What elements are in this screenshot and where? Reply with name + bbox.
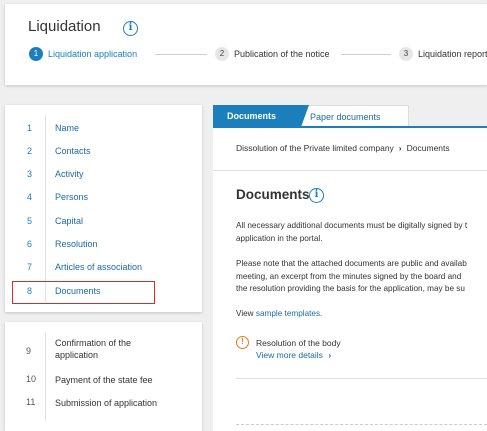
exclamation-circle-icon: ! — [236, 336, 249, 349]
sidebar-item-submission: 11 Submission of application — [5, 397, 202, 411]
sidebar-item-number: 5 — [27, 216, 33, 226]
paragraph-line: All necessary additional documents must … — [236, 221, 468, 230]
step-number: 1 — [29, 47, 43, 61]
step-liquidation-report[interactable]: 3 Liquidation report — [399, 47, 487, 61]
sidebar-item-capital[interactable]: 5 Capital — [5, 210, 202, 232]
step-number: 2 — [215, 47, 229, 61]
instructions-paragraph: All necessary additional documents must … — [236, 220, 467, 245]
section-heading: Documents — [236, 187, 310, 202]
breadcrumb-current: Documents — [406, 143, 450, 153]
breadcrumb-parent[interactable]: Dissolution of the Private limited compa… — [236, 143, 394, 153]
step-label: Liquidation application — [48, 49, 138, 59]
chevron-right-icon: › — [398, 143, 402, 153]
sidebar-item-number: 2 — [27, 146, 33, 156]
sidebar-item-number: 9 — [26, 346, 32, 356]
step-publication-of-notice[interactable]: 2 Publication of the notice — [215, 47, 330, 61]
sample-templates-link[interactable]: sample templates — [256, 309, 320, 318]
step-label: Liquidation report — [418, 49, 487, 59]
upload-area-border — [236, 424, 487, 425]
sidebar-item-number: 7 — [27, 262, 33, 272]
sidebar-item-number: 3 — [27, 169, 33, 179]
sidebar-item-persons[interactable]: 4 Persons — [5, 186, 202, 208]
sidebar-item-label-line: application — [55, 350, 99, 360]
paragraph-line: Please note that the attached documents … — [236, 259, 467, 268]
view-prefix: View — [236, 309, 256, 318]
step-connector — [155, 54, 207, 55]
sidebar-later-steps: 9 Confirmation of the application 10 Pay… — [5, 322, 202, 431]
sidebar-item-articles-of-association[interactable]: 7 Articles of association — [5, 256, 202, 278]
progress-stepper: 1 Liquidation application 2 Publication … — [29, 47, 487, 63]
step-number: 3 — [399, 47, 413, 61]
tab-label: Documents — [227, 111, 277, 121]
sidebar-item-payment: 10 Payment of the state fee — [5, 374, 202, 388]
step-label: Publication of the notice — [234, 49, 330, 59]
sidebar-item-number: 6 — [27, 239, 33, 249]
tab-documents[interactable]: Documents — [213, 105, 309, 127]
sidebar-item-label: Submission of application — [55, 398, 158, 408]
sidebar-item-label: Capital — [55, 216, 84, 226]
paragraph-line: application in the portal. — [236, 233, 323, 243]
tab-label: Paper documents — [310, 112, 381, 122]
sidebar-item-name[interactable]: 1 Name — [5, 117, 202, 139]
breadcrumb: Dissolution of the Private limited compa… — [236, 143, 450, 153]
sidebar-item-resolution[interactable]: 6 Resolution — [5, 233, 202, 255]
step-liquidation-application[interactable]: 1 Liquidation application — [29, 47, 137, 61]
divider — [213, 170, 487, 171]
view-more-details-link[interactable]: View more details › — [256, 350, 331, 360]
sidebar-item-number: 11 — [26, 397, 36, 407]
sidebar-item-number: 10 — [26, 374, 37, 384]
sidebar-item-label: Resolution — [55, 239, 98, 249]
sidebar-item-number: 1 — [27, 123, 33, 133]
page-title: Liquidation i — [28, 18, 138, 36]
chevron-right-icon: › — [328, 350, 332, 360]
step-connector — [341, 54, 391, 55]
sidebar-item-label: Persons — [55, 192, 89, 202]
tab-paper-documents[interactable]: Paper documents — [297, 105, 409, 127]
sidebar-item-label: Activity — [55, 169, 84, 179]
sidebar-item-label: Contacts — [55, 146, 91, 156]
page-title-text: Liquidation — [28, 18, 101, 35]
view-suffix: . — [320, 309, 323, 318]
paragraph-line: meeting, an excerpt from the minutes sig… — [236, 271, 462, 281]
info-icon[interactable]: i — [123, 21, 138, 36]
current-step-highlight — [12, 281, 155, 304]
paragraph-line: the resolution providing the basis for t… — [236, 284, 465, 293]
info-icon[interactable]: i — [309, 188, 324, 203]
view-more-details-label: View more details — [256, 350, 323, 360]
sidebar-item-label: Payment of the state fee — [55, 375, 153, 385]
sample-templates-text: View sample templates. — [236, 308, 322, 321]
sidebar-item-label: Name — [55, 123, 80, 133]
sidebar-steps: 1 Name 2 Contacts 3 Activity 4 Persons 5… — [5, 105, 202, 312]
sidebar-item-label-line: Confirmation of the — [55, 338, 132, 348]
sidebar-item-label: Confirmation of the application — [55, 337, 131, 361]
notice-paragraph: Please note that the attached documents … — [236, 258, 467, 296]
sidebar-item-activity[interactable]: 3 Activity — [5, 163, 202, 185]
sidebar-item-confirmation: 9 Confirmation of the application — [5, 337, 202, 365]
warning-title: Resolution of the body — [256, 338, 341, 348]
header-card: Liquidation i 1 Liquidation application … — [5, 4, 487, 85]
sidebar-item-contacts[interactable]: 2 Contacts — [5, 140, 202, 162]
main-panel: Dissolution of the Private limited compa… — [213, 128, 487, 431]
sidebar-item-number: 4 — [27, 192, 33, 202]
sidebar-item-label: Articles of association — [55, 262, 143, 272]
divider — [236, 378, 487, 379]
